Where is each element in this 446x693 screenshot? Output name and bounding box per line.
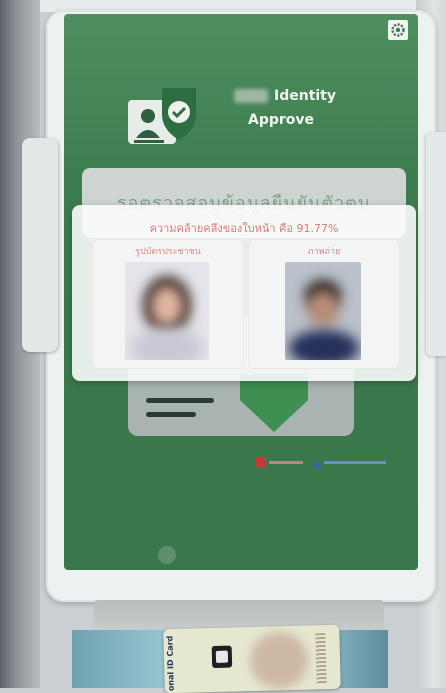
gear-icon[interactable]	[388, 20, 408, 40]
id-card-photo-label: รูปบัตรประชาชน	[135, 247, 201, 257]
partner-logo-red-text	[269, 461, 303, 464]
face-blur	[307, 290, 339, 328]
id-card-face	[249, 631, 309, 690]
partner-logo-blue-text	[324, 461, 386, 464]
brand-line1: Identity	[274, 88, 337, 104]
shoulders-blur	[131, 328, 203, 360]
id-card-photo-panel: รูปบัตรประชาชน	[92, 239, 244, 369]
face-blur	[151, 286, 183, 326]
national-id-card: onal ID Card	[163, 624, 341, 693]
id-card-text: onal ID Card	[165, 635, 176, 692]
partner-logo-blue	[312, 460, 322, 468]
partner-logo-red	[256, 458, 266, 468]
id-card-side-text	[315, 633, 327, 684]
illustration-line	[146, 398, 214, 403]
shield-icon	[240, 374, 308, 432]
chip-icon	[211, 645, 233, 669]
brand-title: Identity Approve	[234, 84, 394, 132]
kiosk-scene: Identity Approve รอตรวจสอบข้อมูลยืนยันตั…	[0, 0, 446, 693]
home-button[interactable]	[158, 546, 176, 564]
partner-logos	[256, 458, 406, 472]
face-match-title: ความคล้ายคลึงของใบหน้า คือ 91.77%	[149, 222, 339, 235]
selfie-photo-label: ภาพถ่าย	[307, 247, 341, 257]
face-match-dialog: ความคล้ายคลึงของใบหน้า คือ 91.77% รูปบัต…	[72, 205, 416, 381]
shoulders-blur	[289, 330, 359, 360]
id-card-photo	[125, 262, 209, 360]
illustration-line	[146, 412, 196, 417]
selfie-photo-panel: ภาพถ่าย	[248, 239, 400, 369]
kiosk-bracket-right	[426, 132, 446, 356]
selfie-photo	[285, 262, 361, 360]
brand-redacted	[234, 89, 268, 103]
brand-line2: Approve	[248, 112, 315, 128]
id-card-shield-icon	[128, 88, 196, 144]
kiosk-bracket-left	[22, 138, 58, 352]
